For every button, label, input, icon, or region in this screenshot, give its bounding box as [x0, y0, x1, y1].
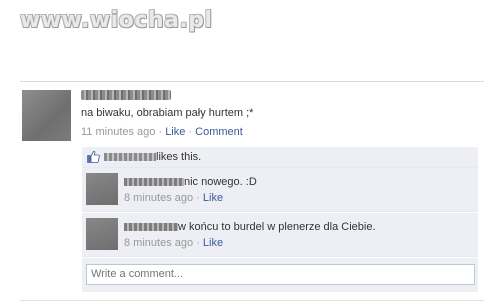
- likes-text: likes this.: [156, 151, 202, 163]
- likes-row: likes this.: [82, 147, 478, 168]
- comment-like-link[interactable]: Like: [203, 237, 223, 249]
- meta-separator: ·: [193, 192, 203, 204]
- post-like-link[interactable]: Like: [165, 126, 185, 138]
- post-avatar[interactable]: [22, 90, 71, 141]
- comment-item: nic nowego. :D 8 minutes ago · Like: [82, 168, 478, 212]
- post-author-name-redacted[interactable]: [81, 90, 171, 100]
- comment-timestamp[interactable]: 8 minutes ago: [124, 192, 193, 204]
- divider-top: [20, 81, 484, 82]
- meta-separator: ·: [155, 126, 166, 138]
- post-text: na biwaku, obrabiam pały hurtem ;*: [81, 107, 254, 119]
- comment-avatar[interactable]: [86, 173, 118, 205]
- meta-separator: ·: [185, 126, 196, 138]
- comment-meta: 8 minutes ago · Like: [124, 237, 223, 249]
- comment-meta: 8 minutes ago · Like: [124, 192, 223, 204]
- comment-avatar[interactable]: [86, 218, 118, 250]
- liker-name-redacted[interactable]: [104, 153, 156, 161]
- post-meta: 11 minutes ago · Like · Comment: [81, 126, 243, 138]
- comment-text: w końcu to burdel w plenerze dla Ciebie.: [178, 221, 376, 233]
- comment-text: nic nowego. :D: [184, 176, 257, 188]
- thumbs-up-icon: [87, 150, 100, 163]
- comment-input[interactable]: [86, 264, 475, 285]
- post-timestamp[interactable]: 11 minutes ago: [81, 126, 155, 138]
- site-watermark: www.wiocha.pl: [20, 8, 213, 33]
- comment-box-panel: [82, 258, 478, 292]
- meta-separator: ·: [193, 237, 203, 249]
- comment-author-redacted[interactable]: [124, 223, 178, 231]
- comment-author-redacted[interactable]: [124, 178, 184, 186]
- post-comment-link[interactable]: Comment: [195, 126, 243, 138]
- divider-bottom: [20, 300, 484, 301]
- comment-like-link[interactable]: Like: [203, 192, 223, 204]
- comment-item: w końcu to burdel w plenerze dla Ciebie.…: [82, 213, 478, 257]
- comment-timestamp[interactable]: 8 minutes ago: [124, 237, 193, 249]
